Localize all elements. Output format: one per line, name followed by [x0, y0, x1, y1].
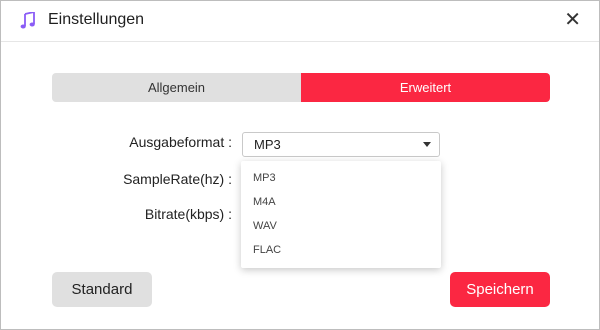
format-option-mp3[interactable]: MP3	[253, 172, 276, 184]
output-format-value: MP3	[254, 137, 281, 152]
tab-erweitert[interactable]: Erweitert	[301, 73, 550, 102]
title-bar: Einstellungen ✕	[1, 1, 599, 42]
music-note-icon	[20, 10, 36, 30]
save-button[interactable]: Speichern	[450, 272, 550, 307]
settings-dialog: Einstellungen ✕ Allgemein Erweitert Ausg…	[0, 0, 600, 330]
format-option-m4a[interactable]: M4A	[253, 196, 276, 208]
close-icon[interactable]: ✕	[564, 10, 581, 30]
chevron-down-icon	[423, 142, 431, 147]
format-option-wav[interactable]: WAV	[253, 220, 277, 232]
format-option-flac[interactable]: FLAC	[253, 244, 281, 256]
tab-allgemein[interactable]: Allgemein	[52, 73, 301, 102]
settings-tabs: Allgemein Erweitert	[52, 73, 550, 102]
standard-button[interactable]: Standard	[52, 272, 152, 307]
samplerate-label: SampleRate(hz) :	[123, 171, 232, 187]
output-format-dropdown: MP3 M4A WAV FLAC	[241, 161, 441, 268]
output-format-select[interactable]: MP3	[242, 132, 440, 157]
bitrate-label: Bitrate(kbps) :	[144, 206, 232, 222]
output-format-label: Ausgabeformat :	[129, 134, 232, 150]
window-title: Einstellungen	[48, 11, 145, 28]
